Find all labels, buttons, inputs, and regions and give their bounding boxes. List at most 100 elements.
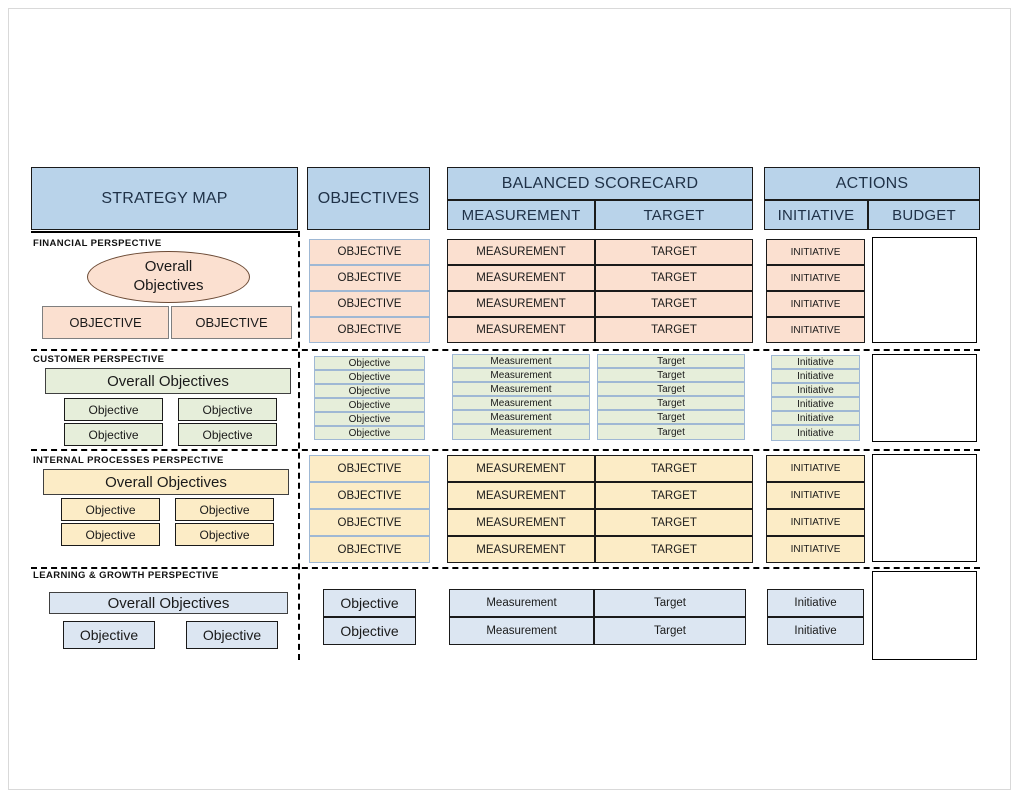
financial-target-cell[interactable]: TARGET xyxy=(595,239,753,265)
learning-map-box[interactable]: Objective xyxy=(186,621,278,649)
financial-budget-box[interactable] xyxy=(872,237,977,343)
financial-map-box[interactable]: OBJECTIVE xyxy=(42,306,169,339)
internal-budget-box[interactable] xyxy=(872,454,977,562)
customer-initiative-label: Initiative xyxy=(797,384,834,396)
header-actions-label: ACTIONS xyxy=(835,174,909,192)
internal-measurement-cell[interactable]: MEASUREMENT xyxy=(447,482,595,509)
internal-objective-cell[interactable]: OBJECTIVE xyxy=(309,482,430,509)
internal-measurement-cell[interactable]: MEASUREMENT xyxy=(447,455,595,482)
customer-objective-cell[interactable]: Objective xyxy=(314,356,425,370)
financial-target-cell[interactable]: TARGET xyxy=(595,265,753,291)
financial-initiative-label: INITIATIVE xyxy=(790,324,841,336)
financial-overall-line1: Overall xyxy=(144,258,193,276)
financial-measurement-cell[interactable]: MEASUREMENT xyxy=(447,317,595,343)
learning-target-cell[interactable]: Target xyxy=(594,589,746,617)
internal-initiative-cell[interactable]: INITIATIVE xyxy=(766,509,865,536)
learning-target-label: Target xyxy=(654,597,686,609)
header-measurement: MEASUREMENT xyxy=(447,200,595,230)
customer-objective-cell[interactable]: Objective xyxy=(314,426,425,440)
learning-target-cell[interactable]: Target xyxy=(594,617,746,645)
perspective-label-learning: LEARNING & GROWTH PERSPECTIVE xyxy=(33,570,219,581)
financial-objective-cell[interactable]: OBJECTIVE xyxy=(309,291,430,317)
customer-initiative-cell[interactable]: Initiative xyxy=(771,355,860,369)
internal-target-cell[interactable]: TARGET xyxy=(595,482,753,509)
financial-objective-cell[interactable]: OBJECTIVE xyxy=(309,317,430,343)
financial-measurement-cell[interactable]: MEASUREMENT xyxy=(447,265,595,291)
customer-target-cell[interactable]: Target xyxy=(597,410,745,424)
internal-objective-cell[interactable]: OBJECTIVE xyxy=(309,455,430,482)
customer-map-box[interactable]: Objective xyxy=(64,423,163,446)
financial-target-cell[interactable]: TARGET xyxy=(595,317,753,343)
internal-target-cell[interactable]: TARGET xyxy=(595,536,753,563)
customer-objective-cell[interactable]: Objective xyxy=(314,398,425,412)
financial-target-label: TARGET xyxy=(651,324,697,336)
customer-target-cell[interactable]: Target xyxy=(597,396,745,410)
internal-overall-objective[interactable]: Overall Objectives xyxy=(43,469,289,495)
customer-measurement-cell[interactable]: Measurement xyxy=(452,410,590,424)
customer-map-box[interactable]: Objective xyxy=(178,423,277,446)
customer-measurement-cell[interactable]: Measurement xyxy=(452,354,590,368)
internal-measurement-cell[interactable]: MEASUREMENT xyxy=(447,509,595,536)
customer-map-box[interactable]: Objective xyxy=(178,398,277,421)
customer-target-label: Target xyxy=(657,411,685,423)
learning-measurement-cell[interactable]: Measurement xyxy=(449,617,594,645)
learning-target-label: Target xyxy=(654,625,686,637)
financial-objective-cell[interactable]: OBJECTIVE xyxy=(309,265,430,291)
financial-initiative-cell[interactable]: INITIATIVE xyxy=(766,317,865,343)
header-target-label: TARGET xyxy=(643,206,705,224)
learning-measurement-cell[interactable]: Measurement xyxy=(449,589,594,617)
customer-measurement-label: Measurement xyxy=(490,355,552,367)
internal-target-label: TARGET xyxy=(651,516,697,529)
financial-objective-cell[interactable]: OBJECTIVE xyxy=(309,239,430,265)
customer-budget-box[interactable] xyxy=(872,354,977,442)
customer-measurement-cell[interactable]: Measurement xyxy=(452,382,590,396)
customer-measurement-cell[interactable]: Measurement xyxy=(452,396,590,410)
learning-map-box-label: Objective xyxy=(202,627,262,643)
customer-initiative-cell[interactable]: Initiative xyxy=(771,411,860,425)
internal-initiative-cell[interactable]: INITIATIVE xyxy=(766,482,865,509)
customer-initiative-cell[interactable]: Initiative xyxy=(771,397,860,411)
internal-map-box[interactable]: Objective xyxy=(175,498,274,521)
learning-budget-box[interactable] xyxy=(872,571,977,660)
internal-map-box[interactable]: Objective xyxy=(61,498,160,521)
learning-initiative-cell[interactable]: Initiative xyxy=(767,589,864,617)
internal-map-box[interactable]: Objective xyxy=(61,523,160,546)
financial-measurement-cell[interactable]: MEASUREMENT xyxy=(447,239,595,265)
learning-objective-cell[interactable]: Objective xyxy=(323,589,416,617)
customer-target-cell[interactable]: Target xyxy=(597,368,745,382)
learning-objective-cell[interactable]: Objective xyxy=(323,617,416,645)
financial-target-cell[interactable]: TARGET xyxy=(595,291,753,317)
financial-initiative-cell[interactable]: INITIATIVE xyxy=(766,239,865,265)
internal-map-box[interactable]: Objective xyxy=(175,523,274,546)
customer-initiative-cell[interactable]: Initiative xyxy=(771,383,860,397)
customer-target-cell[interactable]: Target xyxy=(597,354,745,368)
internal-measurement-cell[interactable]: MEASUREMENT xyxy=(447,536,595,563)
customer-objective-cell[interactable]: Objective xyxy=(314,412,425,426)
customer-initiative-cell[interactable]: Initiative xyxy=(771,425,860,441)
customer-target-cell[interactable]: Target xyxy=(597,424,745,440)
customer-measurement-cell[interactable]: Measurement xyxy=(452,424,590,440)
financial-initiative-cell[interactable]: INITIATIVE xyxy=(766,291,865,317)
financial-measurement-cell[interactable]: MEASUREMENT xyxy=(447,291,595,317)
customer-overall-objective[interactable]: Overall Objectives xyxy=(45,368,291,394)
customer-objective-cell[interactable]: Objective xyxy=(314,384,425,398)
internal-initiative-cell[interactable]: INITIATIVE xyxy=(766,536,865,563)
financial-map-box[interactable]: OBJECTIVE xyxy=(171,306,292,339)
learning-overall-objective[interactable]: Overall Objectives xyxy=(49,592,288,614)
learning-initiative-cell[interactable]: Initiative xyxy=(767,617,864,645)
internal-target-cell[interactable]: TARGET xyxy=(595,455,753,482)
internal-measurement-label: MEASUREMENT xyxy=(476,543,566,556)
internal-initiative-cell[interactable]: INITIATIVE xyxy=(766,455,865,482)
internal-target-cell[interactable]: TARGET xyxy=(595,509,753,536)
learning-map-box[interactable]: Objective xyxy=(63,621,155,649)
customer-target-cell[interactable]: Target xyxy=(597,382,745,396)
internal-objective-cell[interactable]: OBJECTIVE xyxy=(309,509,430,536)
customer-initiative-cell[interactable]: Initiative xyxy=(771,369,860,383)
customer-measurement-cell[interactable]: Measurement xyxy=(452,368,590,382)
customer-map-box[interactable]: Objective xyxy=(64,398,163,421)
internal-objective-cell[interactable]: OBJECTIVE xyxy=(309,536,430,563)
customer-objective-cell[interactable]: Objective xyxy=(314,370,425,384)
perspective-label-internal-text: INTERNAL PROCESSES PERSPECTIVE xyxy=(33,455,224,466)
financial-initiative-cell[interactable]: INITIATIVE xyxy=(766,265,865,291)
internal-map-box-label: Objective xyxy=(85,502,136,517)
